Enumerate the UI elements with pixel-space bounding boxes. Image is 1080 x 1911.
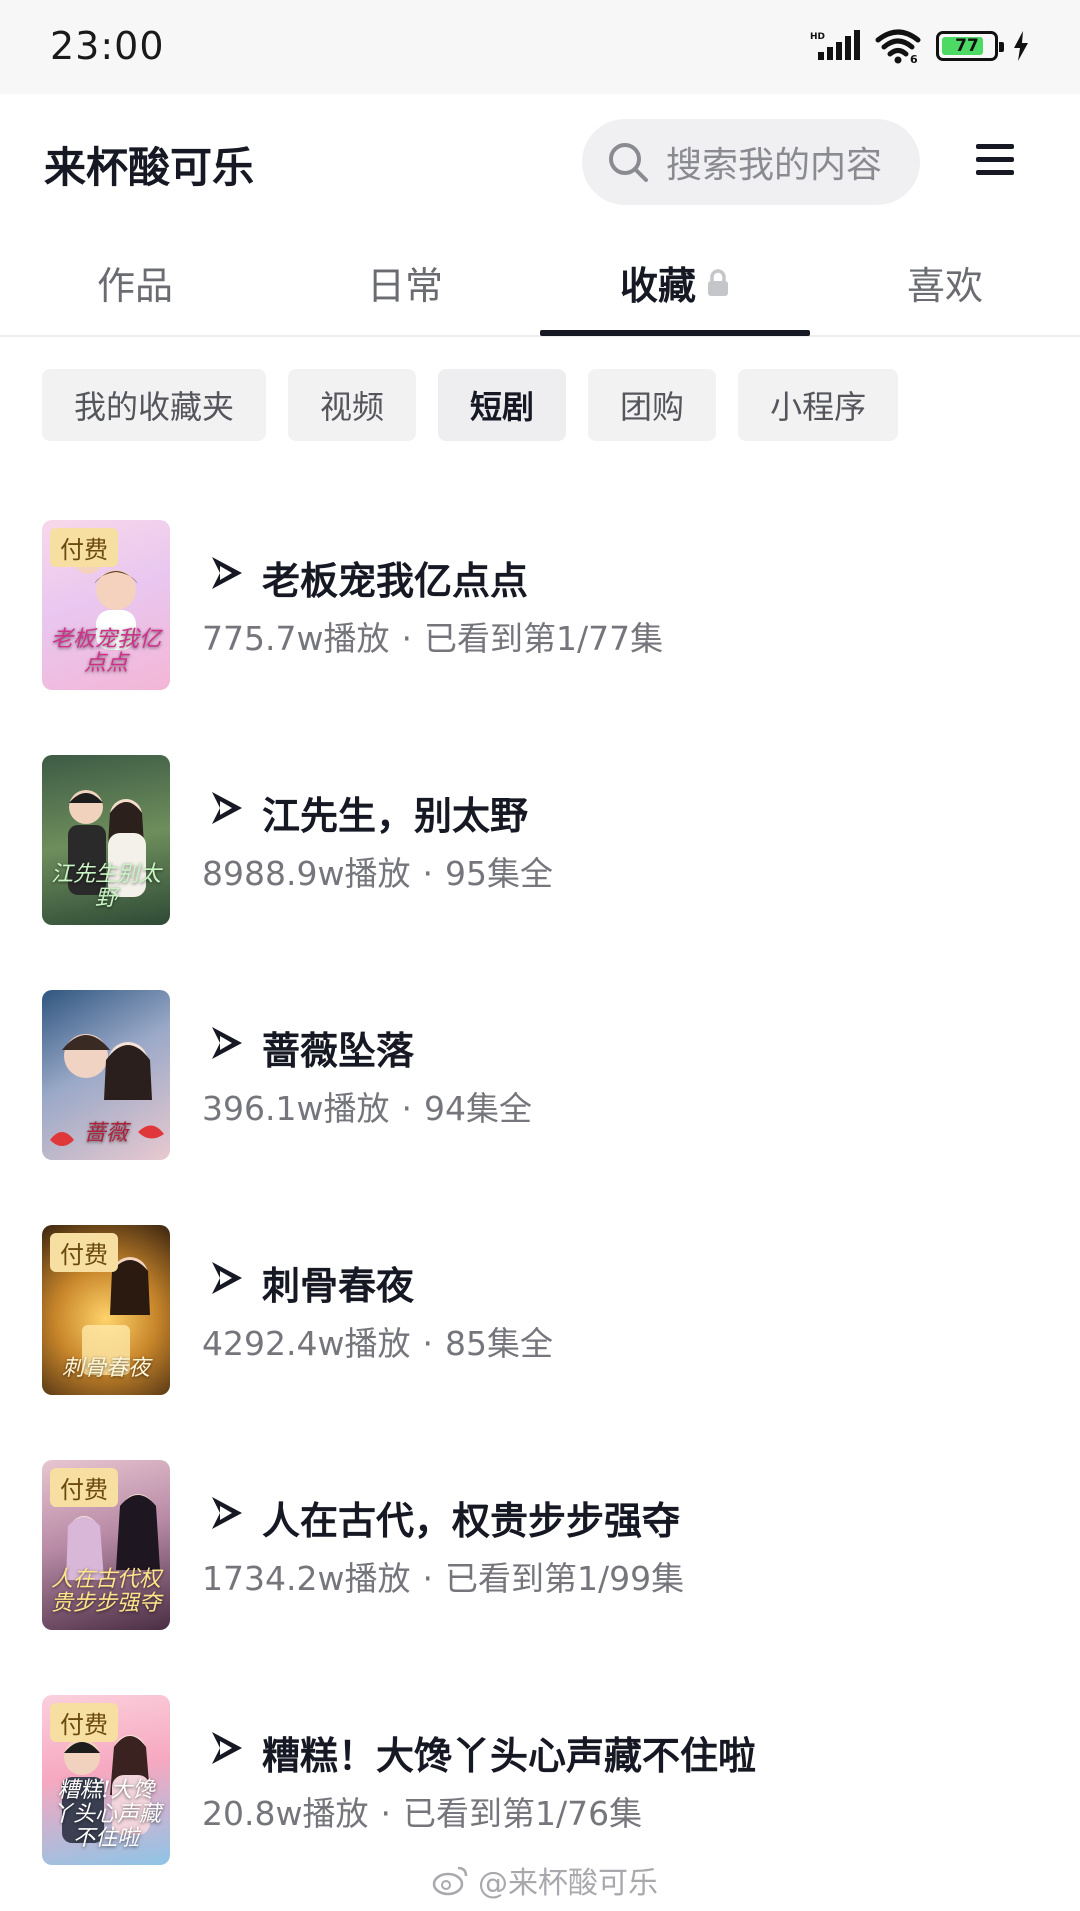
weibo-icon [432,1866,468,1896]
short-drama-icon [212,1497,242,1529]
tab-label: 收藏 [619,264,696,308]
cover-title: 老板宠我亿点点 [50,627,161,676]
svg-text:HD: HD [810,32,825,42]
search-placeholder: 搜索我的内容 [666,145,883,186]
status-time: 23:00 [50,24,165,68]
separator: · [422,1559,433,1598]
drama-meta: 8988.9w播放 · 95集全 [202,847,553,895]
tab-works[interactable]: 作品 [0,230,270,335]
list-item[interactable]: 付费 人在古代权贵步步强夺 人在古代，权贵步步强夺 1734.2w播放 · 已看到第… [0,1460,1080,1630]
drama-title: 糟糕！大馋丫头心声藏不住啦 [262,1734,757,1778]
signal-icon: HD [810,30,860,60]
play-count: 8988.9w播放 [202,854,411,893]
list-item[interactable]: 蔷薇 蔷薇坠落 396.1w播放 · 94集全 [0,990,1080,1160]
cover-title: 刺骨春夜 [61,1356,150,1381]
drama-meta: 20.8w播放 · 已看到第1/76集 [202,1787,642,1835]
separator: · [401,1089,412,1128]
watch-progress: 85集全 [444,1324,553,1363]
menu-icon[interactable] [974,140,1016,180]
cover-title: 人在古代权贵步步强夺 [50,1567,161,1616]
watch-progress: 已看到第1/77集 [423,619,664,658]
chip-mini-programs[interactable]: 小程序 [738,369,899,441]
play-count: 20.8w播放 [202,1794,369,1833]
drama-title: 刺骨春夜 [262,1264,415,1308]
short-drama-icon [212,557,242,589]
profile-tabs: 作品 日常 收藏 喜欢 [0,230,1080,337]
list-item[interactable]: 付费 老板宠我亿点点 老板宠我亿点点 775.7w播放 · 已看到第1/77集 [0,520,1080,690]
tab-label: 作品 [96,264,173,308]
profile-header: 来杯酸可乐 搜索我的内容 [0,94,1080,230]
drama-cover[interactable]: 江先生别太野 [42,755,170,925]
lock-icon [708,268,728,296]
status-bar: 23:00 HD 6 77 [0,0,1080,94]
short-drama-icon [212,1262,242,1294]
cover-title: 蔷薇 [83,1121,128,1146]
paid-badge: 付费 [50,1468,118,1507]
chip-my-folders[interactable]: 我的收藏夹 [42,369,267,441]
list-item[interactable]: 付费 糟糕!大馋丫头心声藏不住啦 糟糕！大馋丫头心声藏不住啦 20.8w播放 · 已… [0,1695,1080,1865]
drama-title: 江先生，别太野 [262,794,529,838]
drama-meta: 775.7w播放 · 已看到第1/77集 [202,612,663,660]
drama-cover[interactable]: 蔷薇 [42,990,170,1160]
play-count: 396.1w播放 [202,1089,390,1128]
drama-meta: 4292.4w播放 · 85集全 [202,1317,553,1365]
battery-icon: 77 [936,31,1004,61]
chip-group-buy[interactable]: 团购 [588,369,717,441]
play-count: 1734.2w播放 [202,1559,411,1598]
status-icons: HD 6 77 [810,28,1030,64]
tab-label: 日常 [366,264,443,308]
list-item[interactable]: 江先生别太野 江先生，别太野 8988.9w播放 · 95集全 [0,755,1080,925]
play-count: 4292.4w播放 [202,1324,411,1363]
separator: · [422,854,433,893]
watermark: @来杯酸可乐 [432,1858,658,1902]
list-item[interactable]: 付费 刺骨春夜 刺骨春夜 4292.4w播放 · 85集全 [0,1225,1080,1395]
chip-videos[interactable]: 视频 [288,369,417,441]
drama-meta: 1734.2w播放 · 已看到第1/99集 [202,1552,684,1600]
separator: · [380,1794,391,1833]
drama-cover[interactable]: 付费 糟糕!大馋丫头心声藏不住啦 [42,1695,170,1865]
watch-progress: 94集全 [423,1089,532,1128]
tab-daily[interactable]: 日常 [270,230,540,335]
charging-icon [1014,31,1028,61]
drama-cover[interactable]: 付费 老板宠我亿点点 [42,520,170,690]
paid-badge: 付费 [50,1703,118,1742]
search-box[interactable]: 搜索我的内容 [582,119,920,205]
drama-meta: 396.1w播放 · 94集全 [202,1082,532,1130]
short-drama-icon [212,1027,242,1059]
separator: · [401,619,412,658]
tab-likes[interactable]: 喜欢 [810,230,1080,335]
drama-cover[interactable]: 付费 人在古代权贵步步强夺 [42,1460,170,1630]
watch-progress: 已看到第1/99集 [444,1559,685,1598]
short-drama-icon [212,1732,242,1764]
filter-chips: 我的收藏夹 视频 短剧 团购 小程序 [42,369,899,441]
battery-level: 77 [955,36,979,56]
watch-progress: 已看到第1/76集 [402,1794,643,1833]
play-count: 775.7w播放 [202,619,390,658]
tab-favorites[interactable]: 收藏 [540,230,810,335]
tab-label: 喜欢 [906,264,983,308]
wifi-icon: 6 [875,29,921,64]
cover-title: 糟糕!大馋丫头心声藏不住啦 [50,1778,161,1851]
short-drama-icon [212,792,242,824]
paid-badge: 付费 [50,528,118,567]
drama-title: 老板宠我亿点点 [262,559,529,603]
chip-short-dramas[interactable]: 短剧 [438,369,567,441]
drama-title: 蔷薇坠落 [262,1029,415,1073]
drama-cover[interactable]: 付费 刺骨春夜 [42,1225,170,1395]
page: 23:00 HD 6 77 来杯酸可乐 搜索我的内容 作品 日常 收藏 喜欢 我… [0,0,1080,1911]
paid-badge: 付费 [50,1233,118,1272]
search-icon [609,143,648,182]
cover-title: 江先生别太野 [50,862,161,911]
tab-active-indicator [540,330,810,336]
profile-name: 来杯酸可乐 [44,143,255,192]
drama-title: 人在古代，权贵步步强夺 [262,1499,681,1543]
svg-text:6: 6 [910,53,918,64]
watch-progress: 95集全 [444,854,553,893]
separator: · [422,1324,433,1363]
watermark-text: @来杯酸可乐 [478,1866,658,1901]
